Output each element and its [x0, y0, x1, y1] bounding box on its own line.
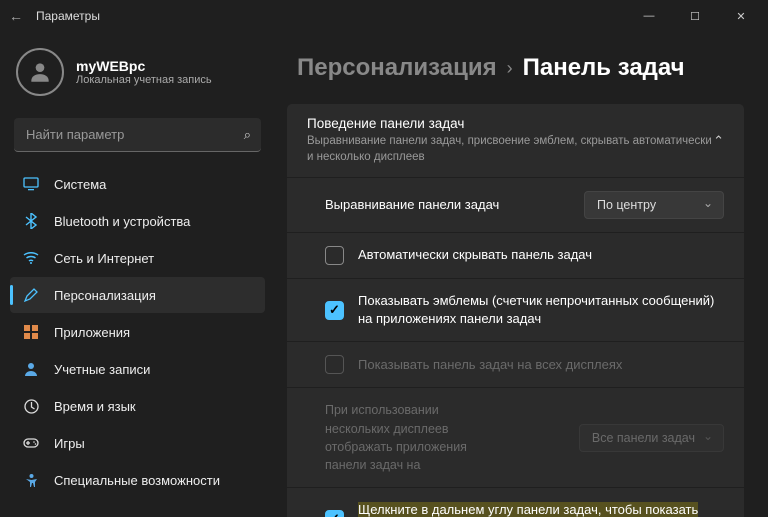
gamepad-icon [22, 434, 40, 452]
sidebar-item-label: Bluetooth и устройства [54, 214, 190, 229]
maximize-button[interactable]: ☐ [672, 0, 718, 32]
clock-icon [22, 397, 40, 415]
setting-label: Выравнивание панели задач [325, 196, 570, 214]
sidebar-item-apps[interactable]: Приложения [10, 314, 265, 350]
display-icon [22, 175, 40, 193]
breadcrumb-parent[interactable]: Персонализация [297, 54, 497, 82]
brush-icon [22, 286, 40, 304]
sidebar-item-system[interactable]: Система [10, 166, 265, 202]
search-icon: ⌕ [244, 127, 251, 143]
breadcrumb: Персонализация › Панель задач [297, 54, 744, 82]
sidebar-item-label: Сеть и Интернет [54, 251, 154, 266]
minimize-button[interactable]: — [626, 0, 672, 32]
sidebar-item-accounts[interactable]: Учетные записи [10, 351, 265, 387]
back-button[interactable]: ← [4, 8, 28, 24]
accessibility-icon [22, 471, 40, 489]
sidebar: myWEBpc Локальная учетная запись ⌕ Систе… [0, 32, 275, 517]
breadcrumb-current: Панель задач [523, 54, 685, 82]
window-title: Параметры [36, 9, 626, 23]
sidebar-item-gaming[interactable]: Игры [10, 425, 265, 461]
multi-display-dropdown: Все панели задач [579, 424, 724, 452]
close-button[interactable]: ✕ [718, 0, 764, 32]
user-name: myWEBpc [76, 58, 212, 74]
sidebar-item-label: Время и язык [54, 399, 136, 414]
setting-badges: Показывать эмблемы (счетчик непрочитанны… [287, 278, 744, 341]
setting-label: Показывать эмблемы (счетчик непрочитанны… [358, 292, 724, 328]
titlebar: ← Параметры — ☐ ✕ [0, 0, 768, 32]
setting-label: Автоматически скрывать панель задач [358, 246, 724, 264]
sidebar-item-label: Персонализация [54, 288, 156, 303]
sidebar-item-network[interactable]: Сеть и Интернет [10, 240, 265, 276]
badges-checkbox[interactable] [325, 301, 344, 320]
search-wrap: ⌕ [14, 118, 261, 152]
alignment-dropdown[interactable]: По центру [584, 191, 724, 219]
sidebar-item-label: Игры [54, 436, 85, 451]
main-content: Персонализация › Панель задач Поведение … [275, 32, 768, 517]
panel-description: Выравнивание панели задач, присвоение эм… [307, 134, 713, 165]
wifi-icon [22, 249, 40, 267]
bluetooth-icon [22, 212, 40, 230]
user-subtitle: Локальная учетная запись [76, 74, 212, 86]
setting-label: При использовании нескольких дисплеев от… [325, 401, 565, 474]
setting-show-desktop: Щелкните в дальнем углу панели задач, чт… [287, 487, 744, 517]
nav-list: Система Bluetooth и устройства Сеть и Ин… [10, 166, 265, 498]
taskbar-behavior-panel: Поведение панели задач Выравнивание пане… [287, 104, 744, 517]
sidebar-item-label: Система [54, 177, 106, 192]
window-controls: — ☐ ✕ [626, 0, 764, 32]
setting-label: Щелкните в дальнем углу панели задач, чт… [358, 501, 724, 517]
user-block[interactable]: myWEBpc Локальная учетная запись [10, 40, 265, 114]
setting-alignment: Выравнивание панели задач По центру [287, 177, 744, 232]
apps-icon [22, 323, 40, 341]
autohide-checkbox[interactable] [325, 246, 344, 265]
avatar [16, 48, 64, 96]
setting-multi-display: При использовании нескольких дисплеев от… [287, 387, 744, 487]
all-displays-checkbox [325, 355, 344, 374]
person-icon [22, 360, 40, 378]
sidebar-item-label: Приложения [54, 325, 130, 340]
setting-label: Показывать панель задач на всех дисплеях [358, 356, 724, 374]
chevron-right-icon: › [507, 58, 513, 79]
sidebar-item-accessibility[interactable]: Специальные возможности [10, 462, 265, 498]
setting-all-displays: Показывать панель задач на всех дисплеях [287, 341, 744, 387]
sidebar-item-personalization[interactable]: Персонализация [10, 277, 265, 313]
sidebar-item-time-language[interactable]: Время и язык [10, 388, 265, 424]
sidebar-item-bluetooth[interactable]: Bluetooth и устройства [10, 203, 265, 239]
sidebar-item-label: Учетные записи [54, 362, 150, 377]
search-input[interactable] [14, 118, 261, 152]
panel-title: Поведение панели задач [307, 116, 713, 131]
sidebar-item-label: Специальные возможности [54, 473, 220, 488]
chevron-up-icon: ⌃ [713, 133, 724, 149]
setting-autohide: Автоматически скрывать панель задач [287, 232, 744, 278]
panel-header[interactable]: Поведение панели задач Выравнивание пане… [287, 104, 744, 177]
show-desktop-checkbox[interactable] [325, 510, 344, 517]
